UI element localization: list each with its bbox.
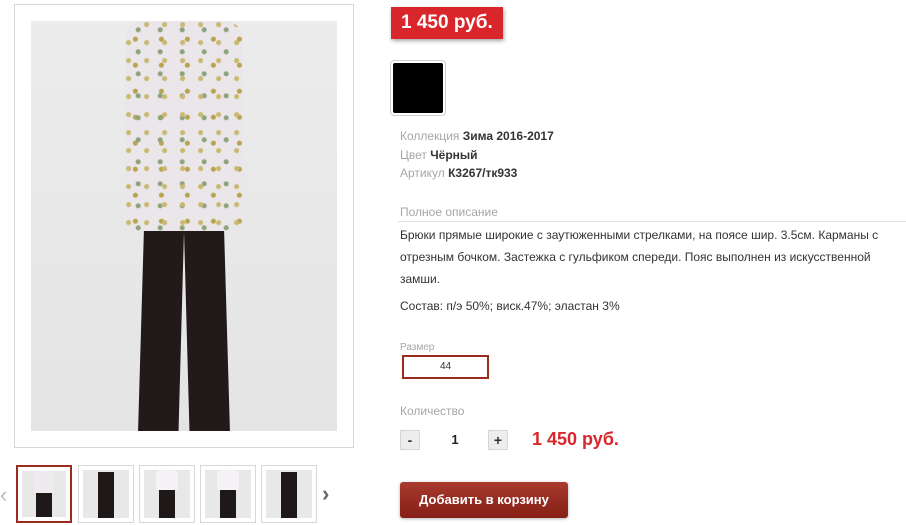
photo-background: [31, 21, 337, 431]
total-price: 1 450 руб.: [532, 429, 619, 449]
thumb-blouse: [34, 471, 54, 493]
price-badge: 1 450 руб.: [391, 7, 503, 39]
thumb-pants: [98, 472, 114, 518]
thumbnail-5[interactable]: [261, 465, 317, 523]
add-to-cart-button[interactable]: Добавить в корзину: [400, 482, 568, 518]
thumb-blouse: [156, 470, 178, 490]
quantity-minus-button[interactable]: -: [400, 430, 420, 450]
size-option-44[interactable]: 44: [402, 355, 489, 379]
size-label: Размер: [400, 342, 435, 353]
thumbnail-2[interactable]: [78, 465, 134, 523]
thumb-pants: [281, 472, 297, 518]
attr-article: Артикул К3267/тк933: [400, 166, 517, 180]
thumbs-next-icon[interactable]: ›: [322, 483, 338, 507]
description-label: Полное описание: [400, 205, 498, 219]
attr-article-value: К3267/тк933: [448, 166, 518, 180]
color-swatch-fill: [393, 63, 443, 113]
quantity-plus-button[interactable]: +: [488, 430, 508, 450]
attr-collection: Коллекция Зима 2016-2017: [400, 129, 554, 143]
attr-color-label: Цвет: [400, 148, 427, 162]
main-product-photo[interactable]: [14, 4, 354, 448]
description-divider: [398, 221, 906, 222]
model-blouse: [125, 21, 243, 231]
color-swatch-black[interactable]: [390, 60, 446, 116]
thumbnail-1[interactable]: [16, 465, 72, 523]
attr-color-value: Чёрный: [430, 148, 478, 162]
quantity-label: Количество: [400, 404, 465, 418]
thumbnail-3[interactable]: [139, 465, 195, 523]
thumb-blouse: [217, 470, 239, 490]
attr-color: Цвет Чёрный: [400, 148, 478, 162]
thumbnail-4[interactable]: [200, 465, 256, 523]
attr-collection-value: Зима 2016-2017: [462, 129, 554, 143]
composition-text: Состав: п/э 50%; виск.47%; эластан 3%: [400, 299, 620, 313]
description-text: Брюки прямые широкие с заутюженными стре…: [400, 228, 879, 286]
attr-article-label: Артикул: [400, 166, 445, 180]
attr-collection-label: Коллекция: [400, 129, 460, 143]
quantity-value[interactable]: 1: [440, 432, 470, 447]
thumbs-prev-icon[interactable]: ‹: [0, 484, 14, 506]
